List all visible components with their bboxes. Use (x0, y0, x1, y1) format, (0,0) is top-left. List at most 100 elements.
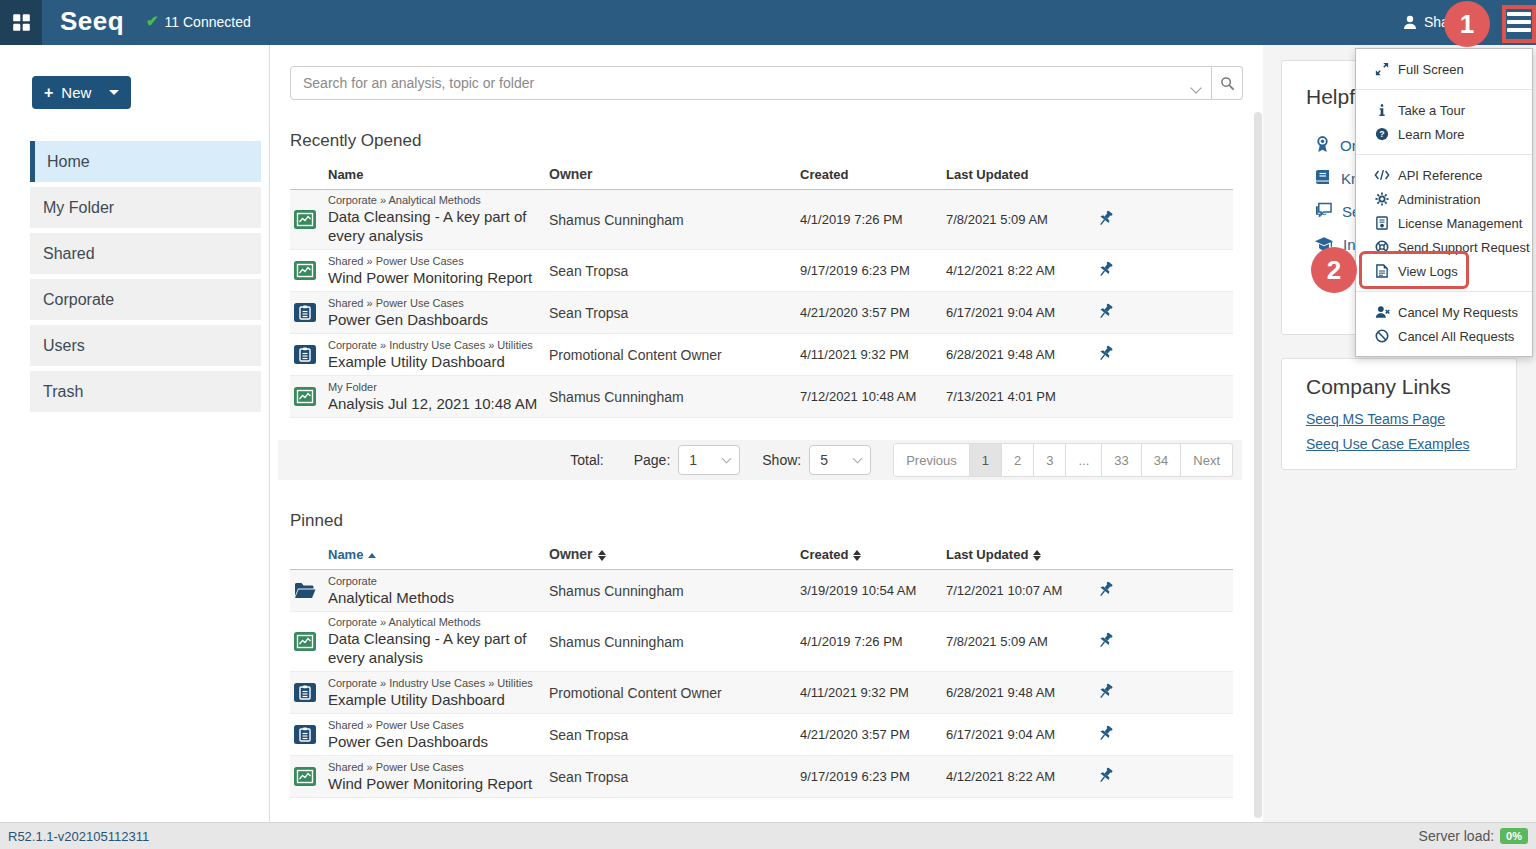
analysis-icon (290, 387, 328, 406)
breadcrumb[interactable]: Corporate » Analytical Methods (328, 616, 539, 628)
menu-item-license-management[interactable]: License Management (1356, 211, 1532, 235)
userx-icon (1374, 305, 1390, 319)
item-name[interactable]: Power Gen Dashboards (328, 732, 539, 751)
page-button-34[interactable]: 34 (1142, 443, 1181, 477)
new-button[interactable]: + New (32, 76, 131, 109)
app-switcher-button[interactable] (0, 0, 42, 45)
owner-cell: Promotional Content Owner (549, 685, 800, 701)
page-button-previous[interactable]: Previous (893, 443, 970, 477)
created-cell: 4/11/2021 9:32 PM (800, 685, 946, 700)
breadcrumb[interactable]: Shared » Power Use Cases (328, 761, 539, 773)
menu-item-learn-more[interactable]: ?Learn More (1356, 122, 1532, 146)
menu-item-api-reference[interactable]: API Reference (1356, 163, 1532, 187)
table-row[interactable]: Shared » Power Use CasesPower Gen Dashbo… (290, 292, 1233, 334)
pin-icon[interactable] (1097, 586, 1114, 601)
pinned-title: Pinned (290, 511, 343, 531)
item-name[interactable]: Analysis Jul 12, 2021 10:48 AM (328, 394, 539, 413)
pin-icon[interactable] (1097, 688, 1114, 703)
pin-icon[interactable] (1097, 308, 1114, 323)
pin-icon[interactable] (1097, 637, 1114, 652)
owner-cell: Shamus Cunningham (549, 634, 800, 650)
breadcrumb[interactable]: Shared » Power Use Cases (328, 255, 539, 267)
page-button-1[interactable]: 1 (970, 443, 1002, 477)
menu-item-full-screen[interactable]: Full Screen (1356, 57, 1532, 81)
page-button-next[interactable]: Next (1181, 443, 1233, 477)
pin-icon[interactable] (1097, 266, 1114, 281)
item-name[interactable]: Data Cleansing - A key part of every ana… (328, 207, 539, 245)
pin-icon[interactable] (1097, 772, 1114, 787)
page-button-3[interactable]: 3 (1034, 443, 1066, 477)
menu-item-take-a-tour[interactable]: Take a Tour (1356, 98, 1532, 122)
question-icon: ? (1374, 127, 1390, 141)
menu-divider (1356, 291, 1532, 292)
breadcrumb[interactable]: Shared » Power Use Cases (328, 297, 539, 309)
sidebar-item-corporate[interactable]: Corporate (30, 279, 261, 320)
item-name[interactable]: Wind Power Monitoring Report (328, 774, 539, 793)
table-row[interactable]: Shared » Power Use CasesWind Power Monit… (290, 250, 1233, 292)
show-select[interactable]: 5 (809, 445, 871, 475)
table-row[interactable]: Corporate » Analytical MethodsData Clean… (290, 612, 1233, 672)
search-button[interactable] (1212, 66, 1243, 100)
breadcrumb[interactable]: Corporate » Analytical Methods (328, 194, 539, 206)
table-row[interactable]: CorporateAnalytical MethodsShamus Cunnin… (290, 570, 1233, 612)
analysis-icon (290, 767, 328, 786)
page-select[interactable]: 1 (678, 445, 740, 475)
user-menu[interactable]: Sha (1402, 14, 1449, 30)
breadcrumb[interactable]: My Folder (328, 381, 539, 393)
vertical-scrollbar[interactable] (1254, 112, 1262, 818)
pin-icon[interactable] (1097, 350, 1114, 365)
item-name[interactable]: Power Gen Dashboards (328, 310, 539, 329)
menu-divider (1356, 89, 1532, 90)
top-navbar: Seeq ✔ 11 Connected Sha (0, 0, 1536, 45)
table-row[interactable]: Shared » Power Use CasesPower Gen Dashbo… (290, 714, 1233, 756)
menu-item-cancel-my-requests[interactable]: Cancel My Requests (1356, 300, 1532, 324)
chevron-down-icon[interactable] (1192, 78, 1200, 96)
pinned-table: NameOwnerCreatedLast Updated CorporateAna… (290, 542, 1233, 798)
sidebar-item-label: Shared (43, 245, 95, 263)
sidebar-item-my-folder[interactable]: My Folder (30, 187, 261, 228)
item-name[interactable]: Example Utility Dashboard (328, 690, 539, 709)
sidebar-item-trash[interactable]: Trash (30, 371, 261, 412)
analysis-icon (290, 632, 328, 651)
seeq-logo[interactable]: Seeq (60, 6, 124, 37)
column-header-last-updated: Last Updated (946, 167, 1095, 182)
breadcrumb[interactable]: Corporate » Industry Use Cases » Utiliti… (328, 339, 539, 351)
recently-opened-table: NameOwnerCreatedLast UpdatedCorporate » … (290, 162, 1233, 418)
item-name[interactable]: Wind Power Monitoring Report (328, 268, 539, 287)
page-button-2[interactable]: 2 (1002, 443, 1034, 477)
menu-item-administration[interactable]: Administration (1356, 187, 1532, 211)
sidebar-item-home[interactable]: Home (30, 141, 261, 182)
page-button-ellipsis[interactable]: ... (1066, 443, 1102, 477)
table-row[interactable]: Corporate » Analytical MethodsData Clean… (290, 190, 1233, 250)
topic-icon (290, 303, 328, 322)
folder-icon (290, 582, 328, 599)
server-load-badge[interactable]: 0% (1500, 828, 1528, 844)
table-row[interactable]: Corporate » Industry Use Cases » Utiliti… (290, 672, 1233, 714)
search-input[interactable] (290, 66, 1212, 100)
sidebar-item-shared[interactable]: Shared (30, 233, 261, 274)
connection-status[interactable]: ✔ 11 Connected (146, 14, 251, 30)
column-header-last-updated[interactable]: Last Updated (946, 547, 1095, 562)
page-button-33[interactable]: 33 (1102, 443, 1141, 477)
item-name[interactable]: Analytical Methods (328, 588, 539, 607)
company-link-seeq-use-case-examples[interactable]: Seeq Use Case Examples (1306, 436, 1516, 452)
table-row[interactable]: My FolderAnalysis Jul 12, 2021 10:48 AMS… (290, 376, 1233, 418)
item-name[interactable]: Example Utility Dashboard (328, 352, 539, 371)
column-header-created[interactable]: Created (800, 547, 946, 562)
table-row[interactable]: Shared » Power Use CasesWind Power Monit… (290, 756, 1233, 798)
breadcrumb[interactable]: Corporate » Industry Use Cases » Utiliti… (328, 677, 539, 689)
pin-icon[interactable] (1097, 215, 1114, 230)
breadcrumb[interactable]: Corporate (328, 575, 539, 587)
breadcrumb[interactable]: Shared » Power Use Cases (328, 719, 539, 731)
sidebar-item-users[interactable]: Users (30, 325, 261, 366)
column-header-owner[interactable]: Owner (549, 546, 800, 562)
column-header-name[interactable]: Name (328, 547, 549, 562)
table-row[interactable]: Corporate » Industry Use Cases » Utiliti… (290, 334, 1233, 376)
owner-cell: Sean Tropsa (549, 305, 800, 321)
company-link-seeq-ms-teams-page[interactable]: Seeq MS Teams Page (1306, 411, 1516, 427)
created-cell: 7/12/2021 10:48 AM (800, 389, 946, 404)
chevron-down-icon[interactable] (109, 90, 119, 95)
pin-icon[interactable] (1097, 730, 1114, 745)
menu-item-cancel-all-requests[interactable]: Cancel All Requests (1356, 324, 1532, 348)
item-name[interactable]: Data Cleansing - A key part of every ana… (328, 629, 539, 667)
